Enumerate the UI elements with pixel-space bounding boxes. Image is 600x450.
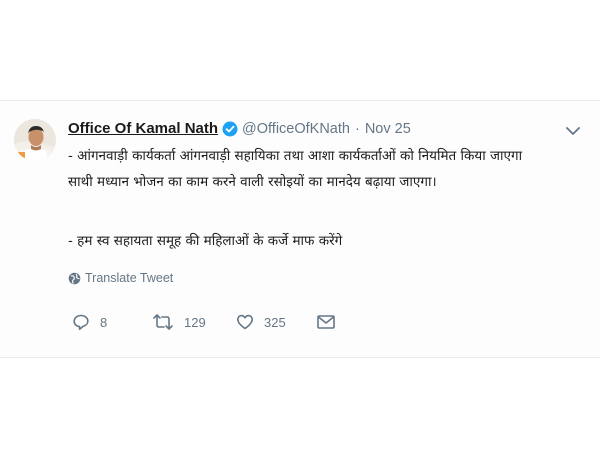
heart-icon — [237, 314, 253, 330]
translate-tweet-label: Translate Tweet — [85, 271, 174, 285]
reply-button[interactable]: 8 — [72, 313, 152, 331]
tweet-text: - आंगनवाड़ी कार्यकर्ता आंगनवाड़ी सहायिका… — [68, 143, 588, 254]
retweet-button[interactable]: 129 — [152, 313, 236, 331]
tweet-actions: 8 129 325 — [72, 313, 336, 331]
envelope-icon — [317, 315, 335, 329]
tweet-text-line: साथी मध्यान भोजन का काम करने वाली रसोइयो… — [68, 174, 437, 190]
direct-message-button[interactable] — [316, 313, 336, 331]
reply-icon — [73, 314, 89, 330]
like-button[interactable]: 325 — [236, 313, 316, 331]
retweet-icon — [153, 314, 173, 330]
tweet-timestamp[interactable]: Nov 25 — [365, 121, 411, 137]
retweet-count: 129 — [184, 314, 206, 330]
avatar-image — [14, 119, 56, 161]
author-name[interactable]: Office Of Kamal Nath — [68, 120, 218, 137]
globe-icon — [68, 272, 81, 285]
translate-tweet-link[interactable]: Translate Tweet — [68, 271, 173, 285]
like-count: 325 — [264, 314, 286, 330]
tweet-card[interactable]: Office Of Kamal Nath @OfficeOfKNath · No… — [0, 100, 600, 358]
reply-count: 8 — [100, 314, 108, 330]
chevron-down-icon[interactable] — [564, 123, 582, 137]
author-handle[interactable]: @OfficeOfKNath — [242, 121, 350, 137]
verified-badge-icon — [222, 121, 238, 137]
tweet-text-line: - आंगनवाड़ी कार्यकर्ता आंगनवाड़ी सहायिका… — [68, 148, 523, 164]
tweet-header: Office Of Kamal Nath @OfficeOfKNath · No… — [68, 120, 411, 137]
tweet-text-line: - हम स्व सहायता समूह की महिलाओं के कर्जे… — [68, 233, 343, 249]
header-separator: · — [354, 120, 360, 137]
avatar[interactable] — [14, 119, 56, 161]
